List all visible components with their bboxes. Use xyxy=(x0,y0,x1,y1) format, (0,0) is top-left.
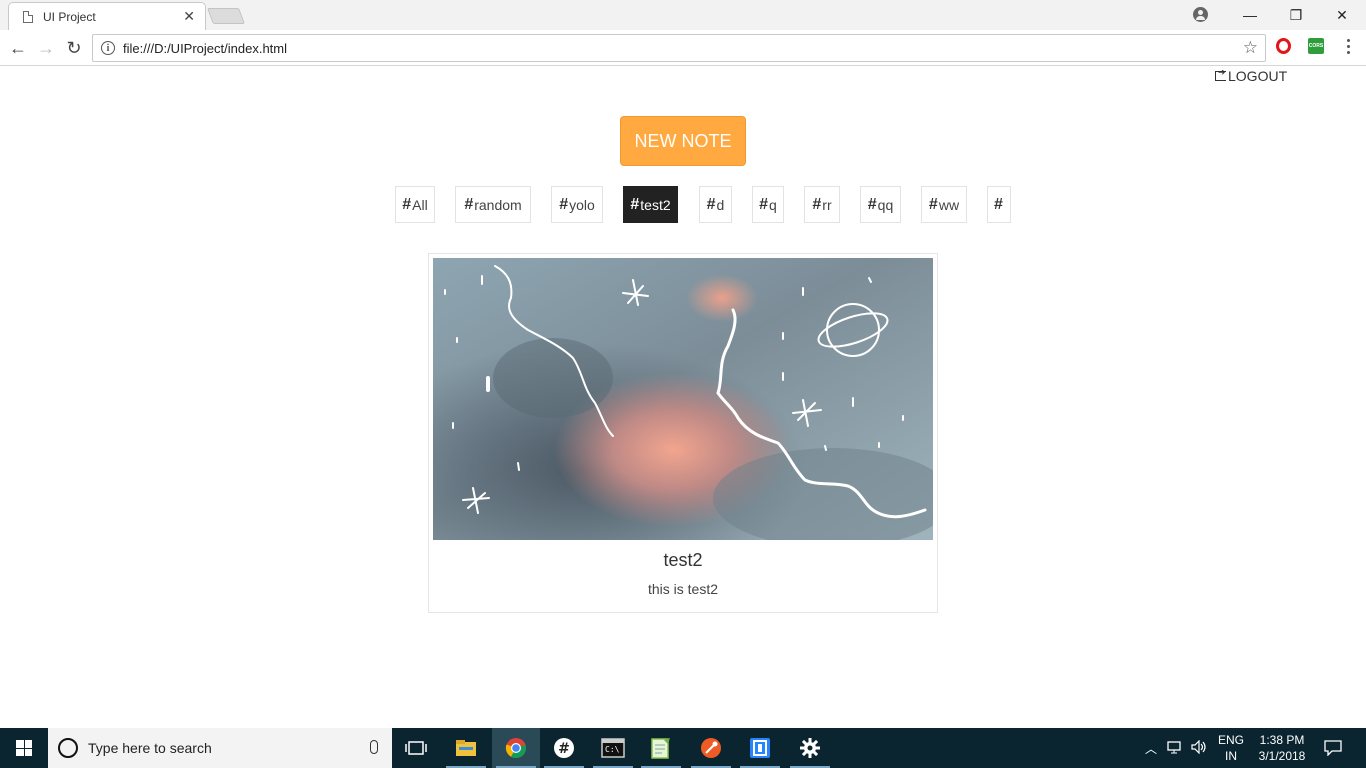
browser-tab[interactable]: UI Project ✕ xyxy=(8,2,206,30)
browser-titlebar: UI Project ✕ — ❐ ✕ xyxy=(0,0,1366,30)
hash-icon: # xyxy=(630,195,640,213)
volume-icon[interactable] xyxy=(1191,739,1207,757)
hash-icon: # xyxy=(994,195,1003,213)
task-view-icon[interactable] xyxy=(392,728,440,768)
page-icon xyxy=(23,10,33,23)
hash-icon: # xyxy=(559,195,569,213)
microphone-icon[interactable] xyxy=(370,740,378,754)
back-arrow-icon[interactable]: ← xyxy=(6,36,30,60)
tag-label: All xyxy=(412,196,428,213)
hash-icon: # xyxy=(706,195,716,213)
taskbar-search-box[interactable]: Type here to search xyxy=(48,728,392,768)
reload-icon[interactable]: ↻ xyxy=(62,36,86,60)
input-language-indicator[interactable]: ENG IN xyxy=(1214,732,1248,764)
opera-extension-icon[interactable] xyxy=(1276,38,1291,54)
tag-filter-rr[interactable]: # rr xyxy=(804,186,840,223)
tag-filter-empty[interactable]: # xyxy=(987,186,1011,223)
postman-icon[interactable] xyxy=(687,728,735,768)
notepad-plus-plus-icon[interactable] xyxy=(637,728,685,768)
sourcetree-icon[interactable] xyxy=(736,728,784,768)
cors-extension-icon[interactable]: CORS xyxy=(1308,38,1324,54)
slack-icon[interactable]: # xyxy=(540,728,588,768)
cortana-icon xyxy=(58,738,78,758)
system-tray: ︿ xyxy=(1145,728,1207,768)
terminal-icon[interactable]: C:\ xyxy=(589,728,637,768)
hash-icon: # xyxy=(867,195,877,213)
svg-text:#: # xyxy=(558,741,570,757)
tag-filter-test2[interactable]: # test2 xyxy=(623,186,678,223)
tag-label: rr xyxy=(822,196,832,213)
note-image xyxy=(433,258,933,540)
windows-taskbar: Type here to search # C:\ ︿ ENG IN 1:38 … xyxy=(0,728,1366,768)
note-title: test2 xyxy=(663,550,703,570)
tag-filter-ww[interactable]: # ww xyxy=(921,186,967,223)
language-code: ENG xyxy=(1217,733,1244,747)
new-note-button[interactable]: NEW NOTE xyxy=(620,116,746,166)
browser-toolbar: ← → ↻ i file:///D:/UIProject/index.html … xyxy=(0,30,1366,66)
search-placeholder: Type here to search xyxy=(88,740,212,756)
tag-label: ww xyxy=(938,196,960,213)
new-tab-button[interactable] xyxy=(207,8,245,24)
tag-label: yolo xyxy=(569,196,595,213)
tag-label: d xyxy=(716,196,725,213)
hash-icon: # xyxy=(759,195,769,213)
tag-filter-random[interactable]: # random xyxy=(455,186,531,223)
tag-label: qq xyxy=(877,196,894,213)
logout-icon xyxy=(1215,67,1226,81)
clock[interactable]: 1:38 PM 3/1/2018 xyxy=(1252,732,1312,764)
logout-link[interactable]: LOGOUT xyxy=(1215,67,1288,84)
tab-title: UI Project xyxy=(43,9,96,24)
close-window-button[interactable]: ✕ xyxy=(1319,0,1365,30)
tag-filter-yolo[interactable]: # yolo xyxy=(551,186,603,223)
tab-close-icon[interactable]: ✕ xyxy=(183,8,195,25)
hash-icon: # xyxy=(928,195,938,213)
file-explorer-icon[interactable] xyxy=(442,728,490,768)
hash-icon: # xyxy=(464,195,474,213)
settings-gear-icon[interactable] xyxy=(786,728,834,768)
note-body: this is test2 xyxy=(647,581,719,597)
browser-menu-icon[interactable] xyxy=(1340,37,1356,55)
show-hidden-icons-chevron-icon[interactable]: ︿ xyxy=(1145,740,1159,757)
address-bar[interactable]: i file:///D:/UIProject/index.html ☆ xyxy=(92,34,1266,62)
action-center-icon[interactable] xyxy=(1310,728,1356,768)
svg-text:C:\: C:\ xyxy=(605,745,620,754)
tag-filter-qq[interactable]: # qq xyxy=(860,186,901,223)
windows-logo-icon xyxy=(16,740,32,756)
hash-icon: # xyxy=(402,195,412,213)
tag-filter-All[interactable]: # All xyxy=(395,186,435,223)
maximize-button[interactable]: ❐ xyxy=(1273,0,1319,30)
url-text[interactable]: file:///D:/UIProject/index.html xyxy=(123,41,287,56)
language-region: IN xyxy=(1225,749,1237,763)
logout-label: LOGOUT xyxy=(1228,68,1288,84)
forward-arrow-icon[interactable]: → xyxy=(34,36,58,60)
tag-label: test2 xyxy=(640,196,671,213)
tag-label: random xyxy=(474,196,522,213)
tag-filter-d[interactable]: # d xyxy=(699,186,732,223)
info-icon[interactable]: i xyxy=(101,41,115,55)
bookmark-star-icon[interactable]: ☆ xyxy=(1243,38,1258,58)
note-card[interactable]: test2 this is test2 xyxy=(428,253,938,613)
tag-filter-q[interactable]: # q xyxy=(752,186,784,223)
profile-icon[interactable] xyxy=(1193,7,1208,22)
network-icon[interactable] xyxy=(1167,740,1183,757)
clock-time: 1:38 PM xyxy=(1259,733,1305,747)
start-button[interactable] xyxy=(0,728,48,768)
hash-icon: # xyxy=(812,195,822,213)
chrome-icon[interactable] xyxy=(492,728,540,768)
tag-label: q xyxy=(769,196,777,213)
minimize-button[interactable]: — xyxy=(1227,0,1273,30)
clock-date: 3/1/2018 xyxy=(1258,749,1306,763)
